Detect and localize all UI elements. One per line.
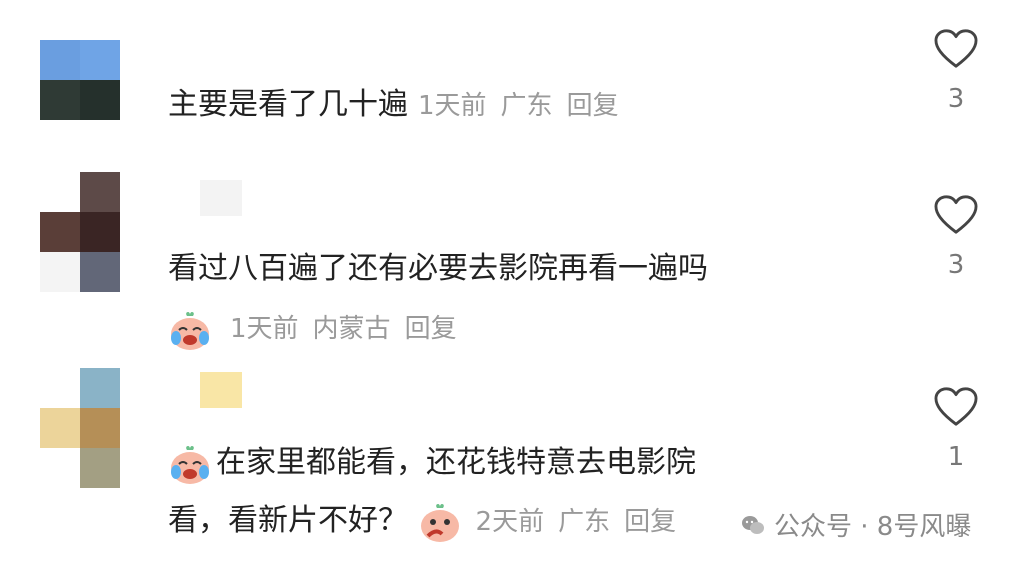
like-area[interactable]: 3: [932, 28, 980, 114]
comment-text-row: 主要是看了几十遍 1天前 广东 回复: [168, 76, 619, 135]
avatar[interactable]: [40, 40, 120, 120]
like-count: 1: [947, 442, 965, 472]
comment-text: 看，看新片不好？: [168, 503, 408, 538]
avatar[interactable]: [40, 172, 120, 292]
comment-text: 主要是看了几十遍: [168, 87, 408, 122]
heart-outline-icon[interactable]: [933, 28, 979, 70]
crying-laughing-face-icon: [171, 445, 209, 484]
comment-location: 广东: [558, 507, 611, 537]
comment-text: 在家里都能看，还花钱特意去电影院: [216, 445, 696, 480]
thinking-face-icon: [420, 503, 459, 542]
comment-location: 内蒙古: [312, 314, 391, 344]
comment-time: 1天前: [230, 314, 299, 344]
watermark: 公众号 · 8号风曝: [740, 506, 971, 543]
comment-meta: 1天前 内蒙古 回复: [168, 300, 457, 358]
avatar[interactable]: [40, 368, 120, 488]
comment-location: 广东: [500, 91, 553, 121]
reply-button[interactable]: 回复: [567, 91, 619, 121]
comment-text-line-2: 看，看新片不好？ 2天前 广东 回复: [168, 492, 676, 551]
comment-text-line-1: 在家里都能看，还花钱特意去电影院: [168, 434, 696, 492]
heart-outline-icon[interactable]: [933, 386, 979, 428]
username-blur: [200, 180, 242, 216]
like-area[interactable]: 1: [932, 386, 980, 472]
comment-text: 看过八百遍了还有必要去影院再看一遍吗: [168, 251, 708, 286]
watermark-text: 公众号 · 8号风曝: [774, 512, 972, 542]
like-area[interactable]: 3: [932, 194, 980, 280]
wechat-icon: [742, 515, 764, 534]
comment-text-row: 看过八百遍了还有必要去影院再看一遍吗: [168, 240, 708, 298]
comment-time: 2天前: [475, 507, 545, 537]
reply-button[interactable]: 回复: [624, 507, 676, 537]
comment-meta: 1天前 广东 回复: [408, 91, 619, 121]
like-count: 3: [947, 84, 965, 114]
crying-laughing-face-icon: [171, 311, 209, 350]
reply-button[interactable]: 回复: [405, 314, 457, 344]
comment-time: 1天前: [418, 91, 487, 121]
username-blur: [200, 372, 242, 408]
like-count: 3: [947, 250, 965, 280]
heart-outline-icon[interactable]: [933, 194, 979, 236]
